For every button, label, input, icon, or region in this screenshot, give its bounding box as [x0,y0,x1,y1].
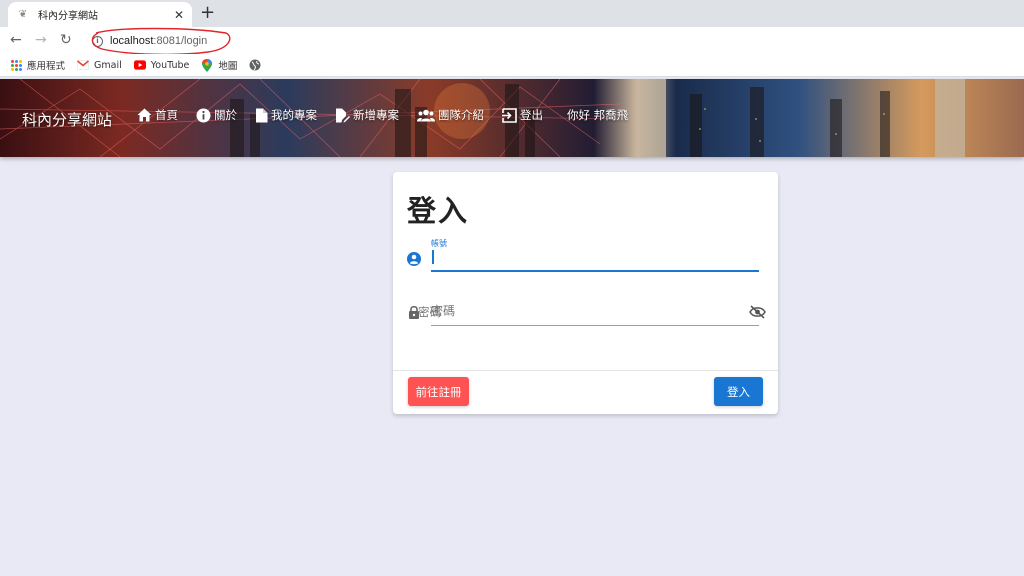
nav-logout[interactable]: 登出 [502,107,543,123]
text-caret [432,250,434,264]
username-input[interactable] [431,249,759,267]
back-arrow-icon[interactable]: ← [10,32,22,48]
browser-tabstrip: ❦ 科內分享網站 ✕ + [0,0,1024,27]
username-label: 帳號 [431,239,447,248]
youtube-icon [133,59,146,71]
card-actions-divider [393,370,778,371]
home-icon [137,108,152,122]
nav-label: 關於 [214,108,237,122]
nav-label: 我的專案 [271,108,317,122]
nav-my-projects[interactable]: 我的專案 [255,107,317,123]
reload-icon[interactable]: ↻ [60,32,72,48]
password-placeholder: 密碼 [418,305,441,319]
address-bar[interactable]: i localhost:8081/login [84,30,1016,52]
people-icon [417,109,435,121]
main-nav: 首頁 關於 我的專案 新增專案 團隊介紹 登出 你好 邦喬飛 [137,107,628,123]
bookmark-label: 地圖 [218,61,238,72]
bookmark-globe[interactable] [249,59,266,71]
login-card: 登入 帳號 密碼 前往註冊 登入 [393,172,778,414]
bookmark-label: Gmail [94,59,122,71]
nav-team[interactable]: 團隊介紹 [417,107,484,123]
new-tab-button[interactable]: + [200,3,215,23]
browser-toolbar: ← → ↻ i localhost:8081/login [0,27,1024,54]
login-button[interactable]: 登入 [714,377,763,406]
file-icon [256,108,268,122]
nav-label: 新增專案 [353,108,399,122]
username-field[interactable]: 帳號 [407,238,765,278]
login-title: 登入 [407,194,470,228]
gmail-icon [77,59,90,71]
url-text: localhost:8081/login [110,35,208,47]
tab-title: 科內分享網站 [38,11,98,22]
site-info-icon[interactable]: i [92,35,103,47]
bookmark-label: 應用程式 [27,61,66,72]
nav-new-project[interactable]: 新增專案 [335,107,399,123]
bookmark-apps[interactable]: 應用程式 [10,58,65,72]
bookmark-label: YouTube [150,59,190,71]
password-input[interactable] [431,302,759,320]
site-brand[interactable]: 科內分享網站 [22,109,112,130]
info-icon [196,108,211,122]
go-to-register-button[interactable]: 前往註冊 [408,377,469,406]
account-circle-icon [407,252,421,266]
globe-icon [249,59,261,71]
nav-label: 登出 [520,108,543,122]
password-field[interactable] [407,300,765,340]
bookmark-youtube[interactable]: YouTube [133,59,190,71]
nav-label: 團隊介紹 [438,108,484,122]
favicon-icon: ❦ [18,9,28,20]
nav-about[interactable]: 關於 [196,107,237,123]
password-underline [431,325,759,326]
nav-label: 首頁 [155,108,178,122]
username-underline [431,270,759,272]
close-tab-icon[interactable]: ✕ [174,8,184,22]
bookmarks-bar: 應用程式 Gmail YouTube 地圖 [0,54,1024,77]
browser-tab[interactable]: ❦ 科內分享網站 ✕ [8,2,192,27]
maps-icon [201,58,213,72]
user-greeting: 你好 邦喬飛 [567,108,629,122]
apps-grid-icon [10,59,22,71]
forward-arrow-icon[interactable]: → [35,32,47,48]
nav-home[interactable]: 首頁 [137,107,178,123]
bookmark-gmail[interactable]: Gmail [77,59,122,71]
file-edit-icon [336,108,350,122]
eye-off-icon[interactable] [749,305,766,319]
site-header-banner: 科內分享網站 首頁 關於 我的專案 新增專案 團隊介紹 登出 你好 邦喬飛 [0,79,1024,157]
bookmark-maps[interactable]: 地圖 [201,58,237,72]
logout-icon [502,107,517,123]
